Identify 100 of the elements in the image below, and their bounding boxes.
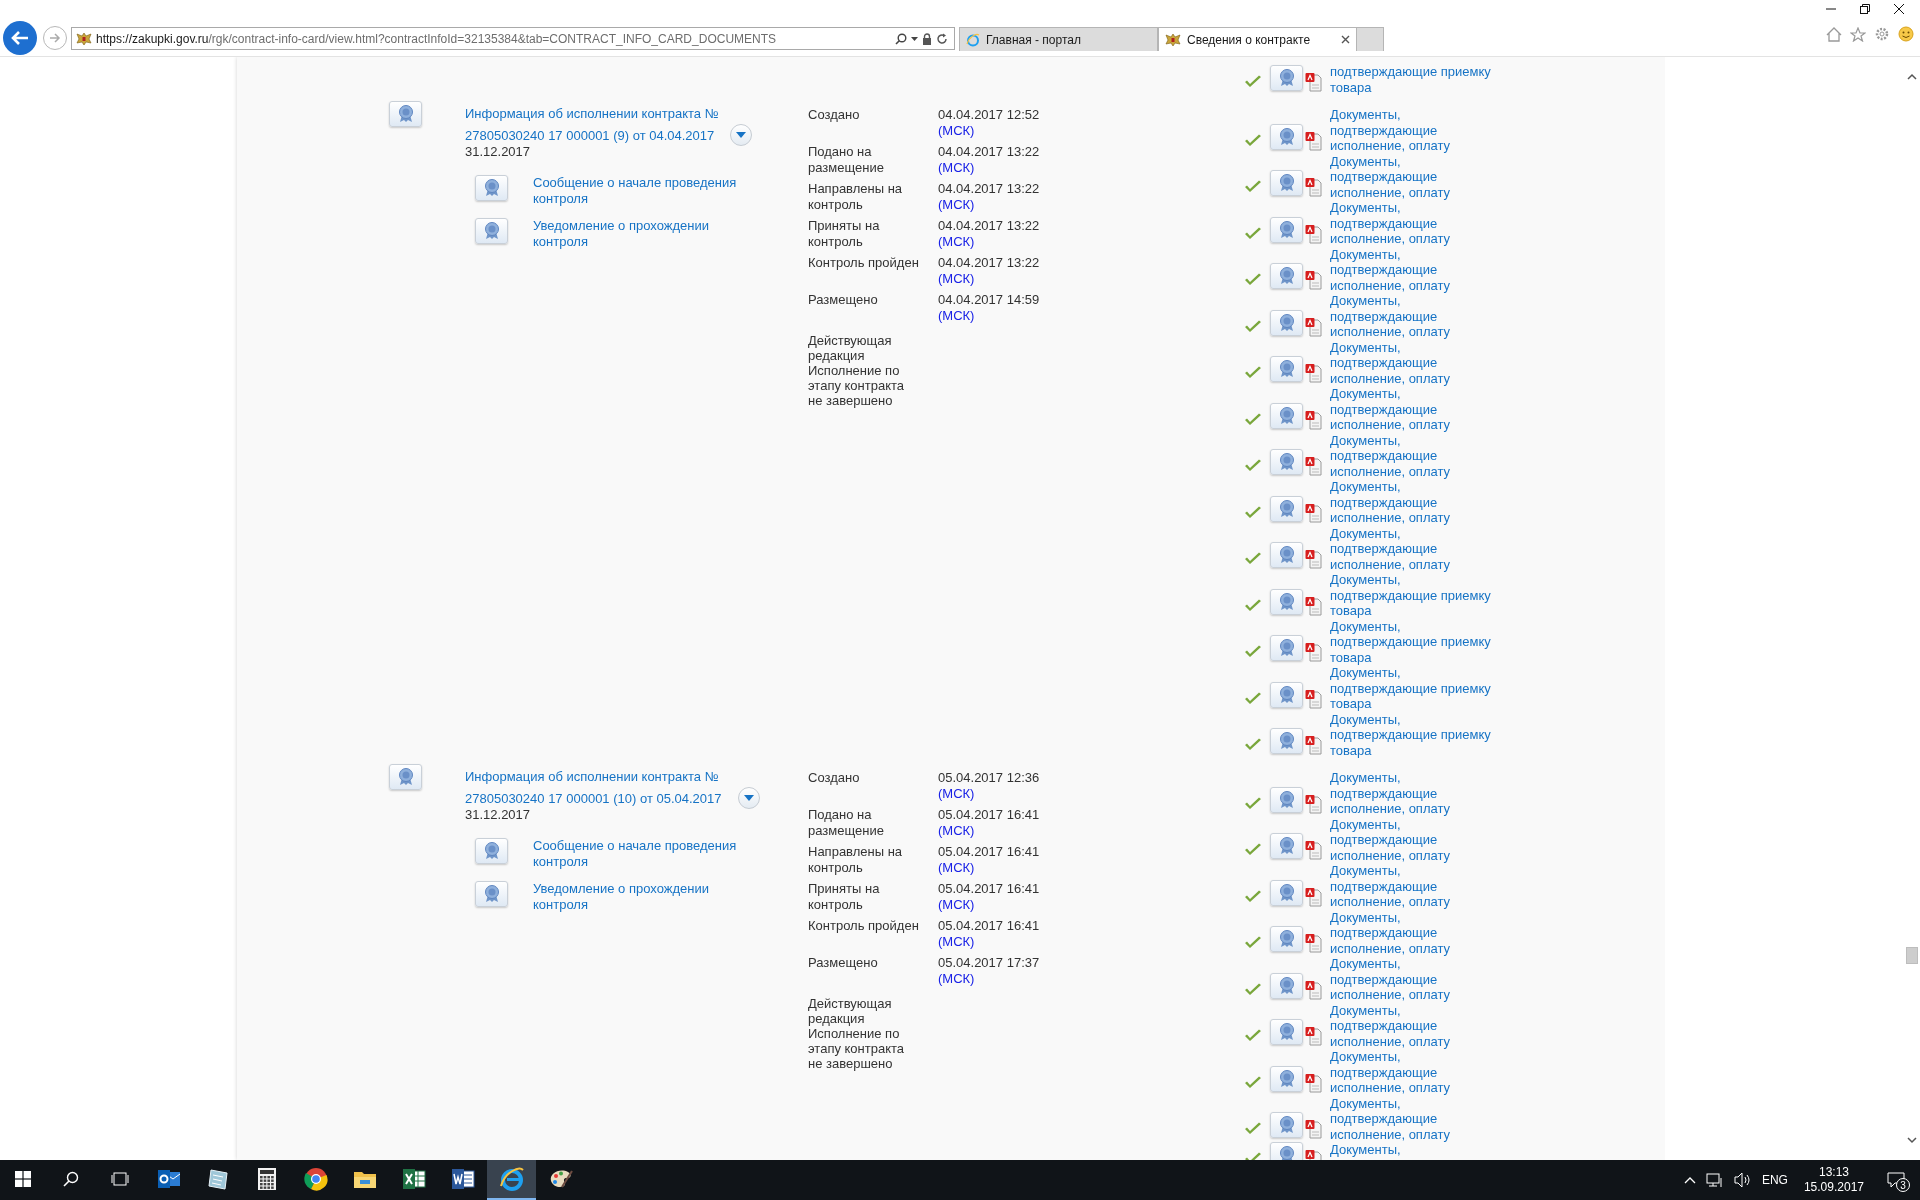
document-link[interactable]: Документы, подтверждающие исполнение, оплату: [1330, 1049, 1500, 1096]
certificate-button[interactable]: [1270, 356, 1303, 382]
document-link[interactable]: Документы, подтверждающие исполнение, оплату: [1330, 153, 1500, 200]
certificate-button[interactable]: [475, 838, 508, 864]
timezone-link[interactable]: (МСК): [938, 970, 1244, 986]
certificate-button[interactable]: [1270, 588, 1303, 615]
restore-icon[interactable]: [1860, 4, 1870, 14]
certificate-button[interactable]: [1270, 542, 1303, 568]
certificate-button[interactable]: [1270, 495, 1303, 522]
certificate-button[interactable]: [1270, 65, 1303, 91]
pdf-document-icon[interactable]: [1305, 130, 1322, 151]
pdf-document-icon[interactable]: [1305, 177, 1322, 197]
document-link[interactable]: Документы, подтверждающие исполнение, оплату: [1330, 956, 1500, 1003]
certificate-button[interactable]: [1270, 681, 1303, 708]
language-indicator[interactable]: ENG: [1761, 1173, 1788, 1187]
close-icon[interactable]: [1894, 4, 1904, 14]
pdf-document-icon[interactable]: [1305, 72, 1322, 92]
document-link[interactable]: Документы, подтверждающие исполнение, оплату: [1330, 432, 1500, 479]
pdf-document-icon[interactable]: [1305, 793, 1322, 814]
pdf-document-icon[interactable]: [1305, 1072, 1322, 1093]
expand-button[interactable]: [730, 124, 753, 146]
favorites-button[interactable]: [1850, 26, 1866, 42]
pdf-document-icon[interactable]: [1305, 223, 1322, 244]
volume-icon[interactable]: [1733, 1172, 1752, 1188]
certificate-button[interactable]: [1270, 879, 1303, 906]
document-link[interactable]: Документы, подтверждающие исполнение, оплату: [1330, 525, 1500, 572]
pdf-document-icon[interactable]: [1305, 735, 1322, 755]
timezone-link[interactable]: (МСК): [938, 307, 1244, 323]
control-document-link[interactable]: Уведомление о прохождении контроля: [533, 881, 738, 912]
timezone-link[interactable]: (МСК): [938, 196, 1244, 212]
certificate-button[interactable]: [1270, 926, 1303, 952]
certificate-button[interactable]: [1270, 786, 1303, 813]
certificate-button[interactable]: [1270, 123, 1303, 150]
certificate-button[interactable]: [1270, 972, 1303, 999]
contract-number-link[interactable]: 27805030240 17 000001 (10) от 05.04.2017: [465, 790, 722, 806]
refresh-icon[interactable]: [936, 32, 948, 45]
certificate-button[interactable]: [475, 218, 508, 244]
certificate-button[interactable]: [1270, 263, 1303, 289]
pdf-document-icon[interactable]: [1305, 595, 1322, 616]
timezone-link[interactable]: (МСК): [938, 933, 1244, 949]
address-field[interactable]: https://zakupki.gov.ru/rgk/contract-info-card/view.html?contractInfoId=32135384&tab=CONTRACT_INFO_CARD_DOCUMENTS: [71, 27, 955, 50]
back-button[interactable]: [3, 21, 37, 55]
certificate-button[interactable]: [475, 881, 508, 907]
pdf-document-icon[interactable]: [1305, 270, 1322, 290]
expand-button[interactable]: [737, 787, 760, 809]
timezone-link[interactable]: (МСК): [938, 122, 1244, 138]
document-link[interactable]: Документы, подтверждающие исполнение, оплату: [1330, 479, 1500, 526]
document-link[interactable]: Документы, подтверждающие исполнение, оплату: [1330, 246, 1500, 293]
feedback-button[interactable]: [1898, 26, 1914, 42]
timezone-link[interactable]: (МСК): [938, 233, 1244, 249]
document-link[interactable]: Документы, подтверждающие исполнение, оплату: [1330, 1002, 1500, 1049]
document-link[interactable]: Документы, подтверждающие исполнение, оплату: [1330, 863, 1500, 910]
document-link[interactable]: Документы, подтверждающие исполнение, оплату: [1330, 107, 1500, 154]
pdf-document-icon[interactable]: [1305, 1026, 1322, 1046]
home-button[interactable]: [1826, 26, 1842, 42]
chevron-up-icon[interactable]: [1683, 1176, 1696, 1184]
document-link[interactable]: Документы, подтверждающие исполнение, оплату: [1330, 909, 1500, 956]
timezone-link[interactable]: (МСК): [938, 859, 1244, 875]
caret-icon[interactable]: [911, 36, 918, 41]
certificate-button[interactable]: [1270, 1112, 1303, 1138]
settings-button[interactable]: [1874, 26, 1890, 42]
document-link[interactable]: Документы, подтверждающие приемку товара: [1330, 618, 1500, 665]
document-link[interactable]: Документы, подтверждающие приемку товара: [1330, 665, 1500, 712]
certificate-button[interactable]: [1270, 1065, 1303, 1092]
timezone-link[interactable]: (МСК): [938, 896, 1244, 912]
pdf-document-icon[interactable]: [1305, 363, 1322, 383]
certificate-button[interactable]: [1270, 728, 1303, 754]
document-link[interactable]: подтверждающие приемку товара: [1330, 64, 1500, 95]
certificate-button[interactable]: [1270, 216, 1303, 243]
pdf-document-icon[interactable]: [1305, 502, 1322, 523]
scrollbar-thumb[interactable]: [1905, 947, 1918, 964]
timezone-link[interactable]: (МСК): [938, 785, 1244, 801]
pdf-document-icon[interactable]: [1305, 886, 1322, 907]
certificate-button[interactable]: [1270, 833, 1303, 859]
contract-title-link[interactable]: Информация об исполнении контракта №: [465, 102, 808, 126]
clock[interactable]: 13:13 15.09.2017: [1797, 1165, 1870, 1195]
document-link[interactable]: Документы, подтверждающие исполнение, оплату: [1330, 200, 1500, 247]
pdf-document-icon[interactable]: [1305, 409, 1322, 430]
certificate-button[interactable]: [1270, 1019, 1303, 1045]
browser-tab[interactable]: Главная - портал: [959, 27, 1158, 51]
timezone-link[interactable]: (МСК): [938, 270, 1244, 286]
pdf-document-icon[interactable]: [1305, 979, 1322, 1000]
document-link[interactable]: Документы, подтверждающие исполнение, оплату: [1330, 293, 1500, 340]
document-link[interactable]: Документы, подтверждающие исполнение, оплату: [1330, 339, 1500, 386]
certificate-button[interactable]: [1270, 449, 1303, 475]
certificate-button[interactable]: [1270, 309, 1303, 336]
certificate-button[interactable]: [1270, 635, 1303, 661]
contract-number-link[interactable]: 27805030240 17 000001 (9) от 04.04.2017: [465, 127, 715, 143]
close-icon[interactable]: [1341, 35, 1350, 44]
control-document-link[interactable]: Уведомление о прохождении контроля: [533, 218, 738, 249]
timezone-link[interactable]: (МСК): [938, 822, 1244, 838]
pdf-document-icon[interactable]: [1305, 549, 1322, 569]
pdf-document-icon[interactable]: [1305, 316, 1322, 337]
pdf-document-icon[interactable]: [1305, 1119, 1322, 1139]
document-link[interactable]: Документы, подтверждающие приемку товара: [1330, 711, 1500, 758]
document-link[interactable]: Документы,: [1330, 1142, 1500, 1158]
document-link[interactable]: Документы, подтверждающие исполнение, оплату: [1330, 1095, 1500, 1142]
control-document-link[interactable]: Сообщение о начале проведения контроля: [533, 838, 738, 869]
search-icon[interactable]: [895, 32, 907, 45]
pdf-document-icon[interactable]: [1305, 642, 1322, 662]
